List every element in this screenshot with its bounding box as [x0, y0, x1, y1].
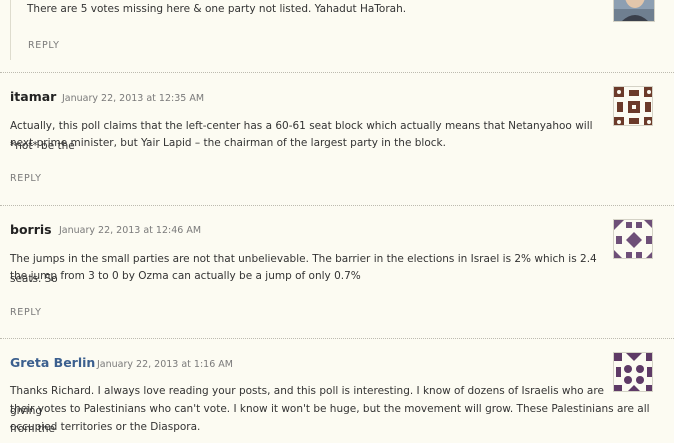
thread-indent-line: [10, 0, 11, 60]
comment-text-line-2: next prime minister, but Yair Lapid – th…: [10, 137, 446, 149]
comment-author[interactable]: itamar: [10, 89, 56, 104]
comment-borris: borris January 22, 2013 at 12:46 AM The …: [0, 206, 674, 338]
identicon-plum-icon: [613, 352, 653, 392]
comment-author[interactable]: borris: [10, 222, 52, 237]
comment-text-line-3: occupied territories or the Diaspora.: [10, 421, 201, 433]
comment-nested: There are 5 votes missing here & one par…: [0, 0, 674, 68]
identicon-brown-icon: [613, 86, 653, 126]
comment-text: There are 5 votes missing here & one par…: [27, 3, 407, 15]
comment-date[interactable]: January 22, 2013 at 1:16 AM: [97, 359, 233, 370]
comment-date[interactable]: January 22, 2013 at 12:35 AM: [62, 93, 204, 104]
reply-button[interactable]: REPLY: [10, 173, 42, 184]
reply-button[interactable]: REPLY: [28, 40, 60, 51]
identicon-purple-icon: [613, 219, 653, 259]
reply-button[interactable]: REPLY: [10, 307, 42, 318]
comment-itamar: itamar January 22, 2013 at 12:35 AM Actu…: [0, 73, 674, 205]
comment-author-link[interactable]: Greta Berlin: [10, 355, 95, 370]
comment-date[interactable]: January 22, 2013 at 12:46 AM: [59, 225, 201, 236]
comment-greta-berlin: Greta Berlin January 22, 2013 at 1:16 AM…: [0, 339, 674, 443]
comment-text-line-2: the jump from 3 to 0 by Ozma can actuall…: [10, 270, 361, 282]
photo-avatar-icon: [613, 0, 655, 22]
